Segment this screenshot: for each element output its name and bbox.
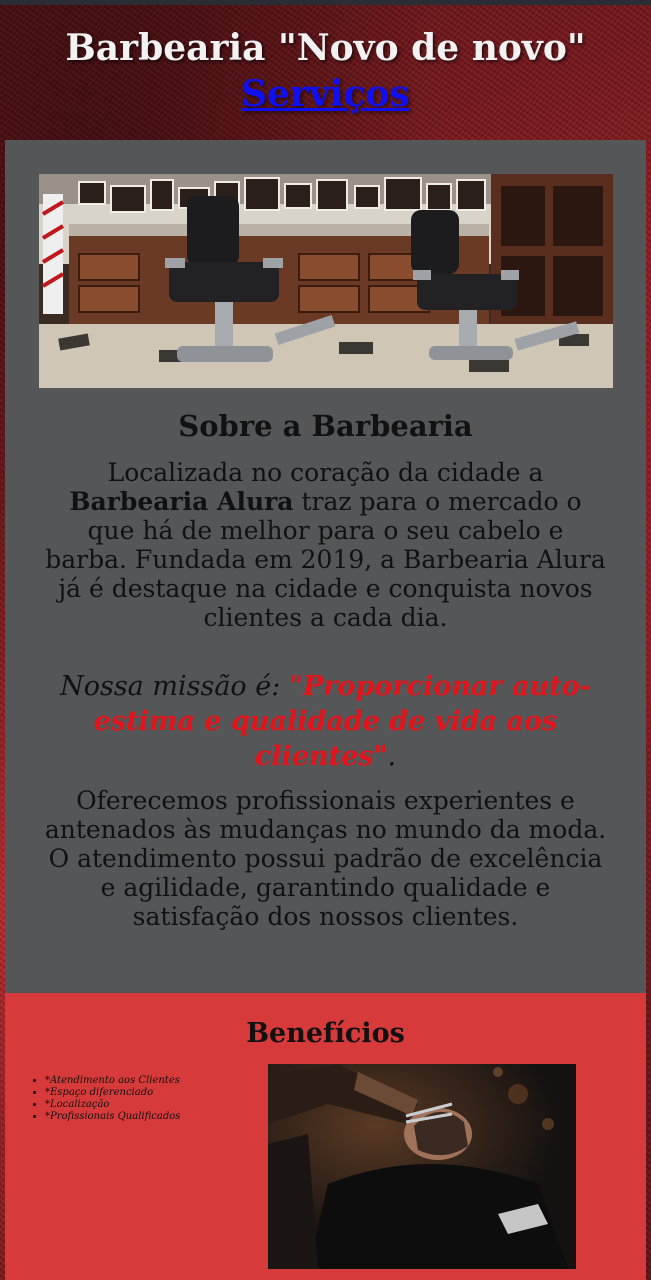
about-paragraph-intro: Localizada no coração da cidade a <box>107 458 544 487</box>
mission-end: . <box>387 741 397 772</box>
about-section: Sobre a Barbearia Localizada no coração … <box>5 140 646 993</box>
benefits-list: *Atendimento aos Clientes *Espaço difere… <box>29 1075 195 1123</box>
barbershop-interior-image <box>39 174 613 388</box>
mission-label: Nossa missão é: <box>60 671 289 702</box>
about-title: Sobre a Barbearia <box>178 409 473 443</box>
benefits-section: Benefícios *Atendimento aos Clientes *Es… <box>5 993 646 1280</box>
list-item: *Localização <box>45 1099 195 1111</box>
list-item: *Atendimento aos Clientes <box>45 1075 195 1087</box>
benefits-title: Benefícios <box>246 1018 405 1049</box>
services-paragraph: Oferecemos profissionais experientes e a… <box>44 786 607 931</box>
site-title: Barbearia "Novo de novo" <box>65 27 586 69</box>
list-item: *Profissionais Qualificados <box>45 1111 195 1123</box>
about-paragraph-brand: Barbearia Alura <box>69 487 294 516</box>
mission-statement: Nossa missão é: "Proporcionar auto-estim… <box>49 669 602 774</box>
page-header: Barbearia "Novo de novo" Serviços <box>0 0 651 140</box>
about-paragraph: Localizada no coração da cidade a Barbea… <box>45 458 606 632</box>
beard-trim-photo <box>268 1064 576 1269</box>
list-item: *Espaço diferenciado <box>45 1087 195 1099</box>
nav-link-servicos[interactable]: Serviços <box>0 72 651 116</box>
